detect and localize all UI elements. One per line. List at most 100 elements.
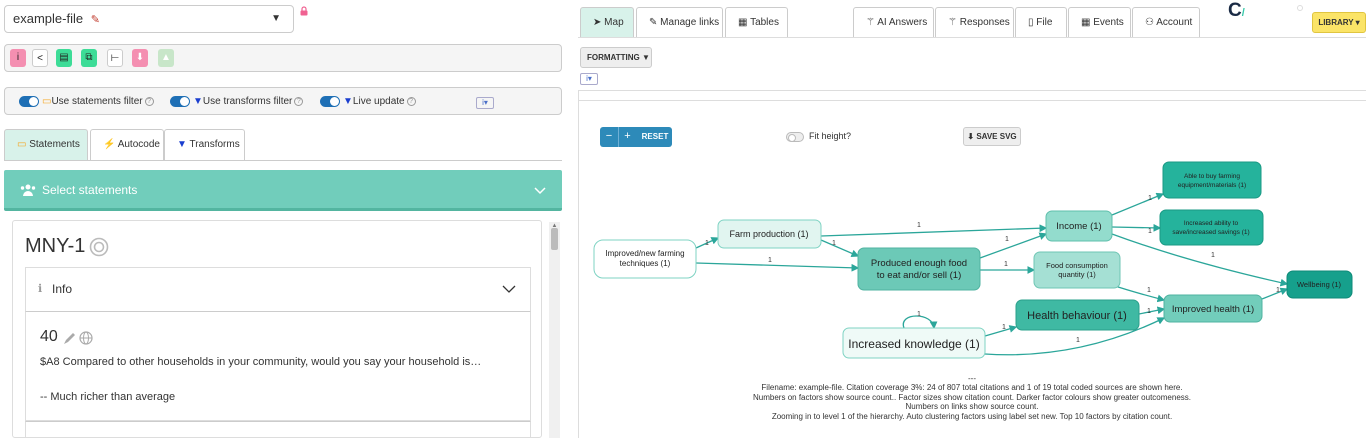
share-icon[interactable]: < — [32, 49, 48, 67]
help-icon[interactable]: ? — [144, 96, 154, 106]
tab-events[interactable]: ▦ Events — [1068, 7, 1131, 38]
caption-line: Zooming in to level 1 of the hierarchy. … — [771, 411, 1173, 421]
target-icon[interactable] — [89, 237, 109, 257]
info-accordion[interactable]: ℹ Info — [25, 267, 531, 311]
select-statements-label: Select statements — [42, 183, 138, 197]
lock-icon[interactable] — [299, 6, 309, 16]
node-farm-production[interactable]: Farm production (1) — [717, 219, 822, 249]
node-increased-savings[interactable]: Increased ability to save/increased savi… — [1159, 209, 1264, 246]
transforms-filter-toggle[interactable]: ▼Use transforms filter? — [170, 95, 304, 109]
tab-responses[interactable]: ⚚ Responses — [935, 7, 1014, 38]
tab-manage-links[interactable]: ✎ Manage links — [636, 7, 723, 38]
link[interactable] — [820, 224, 1048, 237]
node-wellbeing[interactable]: Wellbeing (1) — [1286, 270, 1353, 299]
file-select[interactable]: example-file ✎ ▼ — [4, 5, 294, 33]
file-name: example-file — [13, 11, 84, 26]
node-label: Produced enough food — [871, 258, 967, 269]
causal-map[interactable]: 1 1 1 1 1 1 1 1 1 1 1 1 1 1 1 Improved/n… — [578, 150, 1366, 372]
right-panel: ➤ Map ✎ Manage links ▦ Tables ⚚ AI Answe… — [578, 0, 1366, 438]
pencil-icon[interactable] — [64, 333, 75, 344]
link-label: 1 — [1147, 287, 1151, 294]
info-icon[interactable]: i — [10, 49, 26, 67]
node-able-to-buy[interactable]: Able to buy farming equipment/materials … — [1162, 161, 1262, 199]
node-produced-food[interactable]: Produced enough food to eat and/or sell … — [857, 247, 981, 291]
node-label: Health behaviour (1) — [1027, 310, 1127, 322]
node-food-consumption[interactable]: Food consumption quantity (1) — [1033, 251, 1121, 289]
toggle-switch[interactable] — [320, 95, 340, 107]
toggle-switch[interactable] — [19, 95, 39, 107]
user-icon: ⚇ — [1145, 17, 1154, 28]
globe-icon[interactable] — [79, 331, 93, 345]
copy-icon[interactable]: ⧉ — [81, 49, 97, 67]
link[interactable] — [1111, 223, 1162, 232]
filters-bar: ▭Use statements filter? ▼Use transforms … — [4, 87, 562, 115]
zoom-in-button[interactable]: + — [618, 127, 636, 147]
select-statements-bar[interactable]: Select statements — [4, 170, 562, 211]
link[interactable] — [820, 239, 860, 257]
statements-filter-toggle[interactable]: ▭Use statements filter? — [19, 95, 154, 109]
node-label: Improved/new farming — [605, 249, 684, 258]
document-icon[interactable]: ▤ — [56, 49, 72, 67]
tab-tables[interactable]: ▦ Tables — [725, 7, 788, 38]
link[interactable] — [1261, 287, 1289, 300]
tab-transforms[interactable]: ▼ Transforms — [164, 129, 245, 161]
node-label: Able to buy farming — [1184, 173, 1240, 180]
tab-ai-answers-label: AI Answers — [877, 17, 928, 28]
link[interactable] — [984, 325, 1018, 337]
info-dropdown-icon[interactable]: i▾ — [476, 97, 494, 109]
link-label: 1 — [917, 222, 921, 229]
node-label: quantity (1) — [1058, 270, 1096, 279]
link-label: 1 — [1004, 261, 1008, 268]
node-health-behaviour[interactable]: Health behaviour (1) — [1015, 299, 1140, 331]
statement-icons — [64, 331, 93, 345]
scrollbar[interactable]: ▲ — [549, 222, 560, 438]
logo-text: C — [1228, 0, 1242, 21]
statement-card: MNY-1 ℹ Info 40 $A8 Compared to other ho… — [12, 220, 542, 438]
fit-height-toggle[interactable]: Fit height? — [786, 131, 851, 142]
statement-number: 40 — [40, 328, 58, 345]
tab-ai-answers[interactable]: ⚚ AI Answers — [853, 7, 934, 38]
scroll-thumb[interactable] — [551, 228, 558, 250]
zoom-out-button[interactable]: − — [600, 127, 618, 147]
save-svg-button[interactable]: ⬇ SAVE SVG — [963, 127, 1021, 146]
chevron-down-icon — [502, 285, 516, 293]
link[interactable] — [1111, 284, 1166, 303]
logo-mark: / — [1241, 7, 1245, 19]
tab-statements[interactable]: ▭ Statements — [4, 129, 88, 161]
link[interactable] — [695, 262, 860, 272]
toggle-switch[interactable] — [786, 131, 804, 142]
next-statement-box — [25, 421, 531, 438]
bolt-icon: ⚡ — [103, 139, 116, 150]
node-label: techniques (1) — [620, 259, 671, 268]
reset-button[interactable]: RESET — [638, 127, 672, 147]
tab-events-label: Events — [1093, 17, 1124, 28]
formatting-button[interactable]: FORMATTING ▼ — [580, 47, 652, 68]
live-update-toggle[interactable]: ▼Live update? — [320, 95, 416, 109]
calendar-icon: ▦ — [1081, 17, 1091, 28]
tab-map[interactable]: ➤ Map — [580, 7, 634, 38]
tab-autocode[interactable]: ⚡ Autocode — [90, 129, 164, 161]
tab-account[interactable]: ⚇ Account — [1132, 7, 1200, 38]
tab-statements-label: Statements — [29, 139, 80, 150]
node-income[interactable]: Income (1) — [1045, 210, 1113, 242]
help-icon[interactable]: ? — [406, 96, 416, 106]
statement-box: 40 $A8 Compared to other households in y… — [25, 311, 531, 421]
edit-pencil-icon: ✎ — [90, 14, 100, 26]
library-button[interactable]: LIBRARY ▾ — [1312, 12, 1366, 33]
source-id: MNY-1 — [25, 235, 86, 257]
toggle-switch[interactable] — [170, 95, 190, 107]
node-improved-health[interactable]: Improved health (1) — [1163, 294, 1263, 323]
upload-icon[interactable]: ▲ — [158, 49, 174, 67]
link[interactable] — [1111, 192, 1165, 216]
info-dropdown-icon[interactable]: i▾ — [580, 73, 598, 85]
node-increased-knowledge[interactable]: Increased knowledge (1) — [842, 327, 986, 359]
link[interactable] — [1138, 306, 1166, 315]
help-icon[interactable]: ? — [294, 96, 304, 106]
chevron-down-icon — [534, 187, 546, 195]
branch-icon[interactable]: ⊢ — [107, 49, 123, 67]
statement-answer: -- Much richer than average — [40, 391, 176, 403]
node-improved-farming[interactable]: Improved/new farming techniques (1) — [593, 239, 697, 279]
caption-line: Numbers on links show source count. — [905, 402, 1039, 412]
tab-file[interactable]: ▯ File — [1015, 7, 1067, 38]
download-icon[interactable]: ⬇ — [132, 49, 148, 67]
